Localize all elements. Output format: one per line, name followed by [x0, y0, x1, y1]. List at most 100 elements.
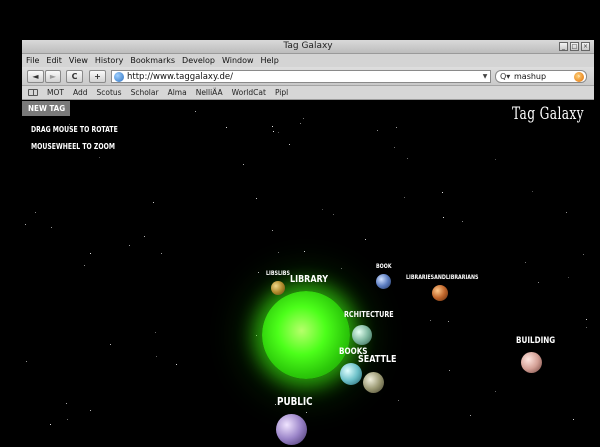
- menu-bookmarks[interactable]: Bookmarks: [130, 56, 175, 65]
- maximize-icon[interactable]: □: [570, 42, 579, 51]
- star: [448, 321, 449, 322]
- star: [278, 132, 279, 133]
- planet-books[interactable]: [340, 363, 362, 385]
- star: [586, 319, 587, 320]
- menu-history[interactable]: History: [95, 56, 123, 65]
- tag-label-book[interactable]: BOOK: [376, 263, 392, 270]
- globe-icon: [114, 72, 124, 82]
- star: [394, 147, 395, 148]
- star: [129, 245, 130, 246]
- star: [333, 214, 334, 215]
- star: [341, 268, 342, 269]
- url-text: http://www.taggalaxy.de/: [127, 72, 233, 82]
- window-title: Tag Galaxy: [283, 41, 333, 51]
- bookmark-add[interactable]: Add: [73, 88, 88, 97]
- menu-help[interactable]: Help: [261, 56, 279, 65]
- star: [226, 127, 227, 128]
- add-bookmark-button[interactable]: +: [89, 70, 106, 83]
- chevron-down-icon[interactable]: ▼: [481, 72, 489, 82]
- star: [430, 320, 431, 321]
- tag-label-library[interactable]: LIBRARY: [290, 274, 328, 285]
- tag-label-building[interactable]: BUILDING: [516, 336, 555, 346]
- planet-architecture[interactable]: [352, 325, 372, 345]
- back-button[interactable]: ◄: [27, 70, 44, 83]
- star: [365, 239, 366, 240]
- star: [407, 158, 408, 159]
- planet-building[interactable]: [521, 352, 542, 373]
- tag-label-libslibs[interactable]: LIBSLIBS: [266, 270, 290, 277]
- tag-label-public[interactable]: PUBLIC: [277, 395, 313, 408]
- new-tag-button[interactable]: NEW TAG: [22, 101, 70, 116]
- star: [532, 191, 533, 192]
- bookmark-mot[interactable]: MOT: [47, 88, 64, 97]
- bookmark-nelli[interactable]: NelliÄA: [196, 88, 223, 97]
- bookmark-scotus[interactable]: Scotus: [97, 88, 122, 97]
- star: [449, 370, 450, 371]
- star: [155, 332, 156, 333]
- menu-view[interactable]: View: [69, 56, 88, 65]
- rotate-hint: DRAG MOUSE TO ROTATE: [31, 125, 118, 134]
- star: [525, 262, 526, 263]
- star: [272, 126, 273, 127]
- star: [195, 111, 196, 112]
- star: [462, 221, 463, 222]
- bookmark-worldcat[interactable]: WorldCat: [232, 88, 266, 97]
- star: [304, 251, 305, 252]
- star: [110, 344, 111, 345]
- star: [583, 254, 584, 255]
- window-controls: _ □ ×: [559, 42, 590, 51]
- star: [495, 391, 496, 392]
- star: [144, 236, 145, 237]
- menu-edit[interactable]: Edit: [46, 56, 62, 65]
- galaxy-canvas[interactable]: NEW TAG DRAG MOUSE TO ROTATE MOUSEWHEEL …: [22, 101, 594, 447]
- star: [377, 130, 378, 131]
- menu-develop[interactable]: Develop: [182, 56, 215, 65]
- star: [258, 272, 259, 273]
- bookmark-alma[interactable]: Alma: [168, 88, 187, 97]
- forward-button[interactable]: ►: [45, 70, 61, 83]
- tag-label-librariesandlibrarians[interactable]: LIBRARIESANDLIBRARIANS: [406, 274, 478, 281]
- star: [272, 230, 273, 231]
- star: [442, 192, 443, 193]
- title-bar: Tag Galaxy _ □ ×: [22, 40, 594, 54]
- menu-file[interactable]: File: [26, 56, 39, 65]
- star: [51, 227, 52, 228]
- address-bar[interactable]: http://www.taggalaxy.de/ ▼: [111, 70, 491, 83]
- search-value: mashup: [514, 72, 547, 81]
- minimize-icon[interactable]: _: [559, 42, 568, 51]
- planet-public[interactable]: [276, 414, 307, 445]
- zoom-hint: MOUSEWHEEL TO ZOOM: [31, 142, 115, 151]
- planet-book[interactable]: [376, 274, 391, 289]
- close-icon[interactable]: ×: [581, 42, 590, 51]
- reload-button[interactable]: C: [66, 70, 83, 83]
- bookmarks-book-icon[interactable]: [28, 89, 38, 96]
- star: [256, 198, 257, 199]
- tag-galaxy-logo: Tag Galaxy: [512, 104, 584, 124]
- star: [396, 127, 397, 128]
- sun-library[interactable]: [262, 291, 350, 379]
- star: [25, 224, 26, 225]
- menu-window[interactable]: Window: [222, 56, 254, 65]
- planet-libslibs[interactable]: [271, 281, 285, 295]
- star: [573, 419, 574, 420]
- tag-label-seattle[interactable]: SEATTLE: [358, 354, 396, 365]
- navigation-toolbar: ◄ ► C + http://www.taggalaxy.de/ ▼ Q▾ ma…: [22, 67, 594, 86]
- planet-seattle[interactable]: [363, 372, 384, 393]
- menu-bar: File Edit View History Bookmarks Develop…: [22, 54, 594, 67]
- bookmark-scholar[interactable]: Scholar: [131, 88, 159, 97]
- star: [99, 157, 100, 158]
- star: [306, 412, 307, 413]
- star: [538, 282, 539, 283]
- search-input[interactable]: Q▾ mashup ›: [495, 70, 587, 83]
- tag-label-architecture[interactable]: RCHITECTURE: [344, 310, 394, 319]
- star: [243, 164, 244, 165]
- star: [84, 265, 85, 266]
- star: [443, 217, 444, 218]
- star: [300, 123, 301, 124]
- bookmark-pipl[interactable]: Pipl: [275, 88, 288, 97]
- search-go-icon[interactable]: ›: [574, 72, 584, 82]
- star: [289, 144, 290, 145]
- star: [90, 253, 91, 254]
- planet-librariesandlibrarians[interactable]: [432, 285, 448, 301]
- star: [153, 202, 154, 203]
